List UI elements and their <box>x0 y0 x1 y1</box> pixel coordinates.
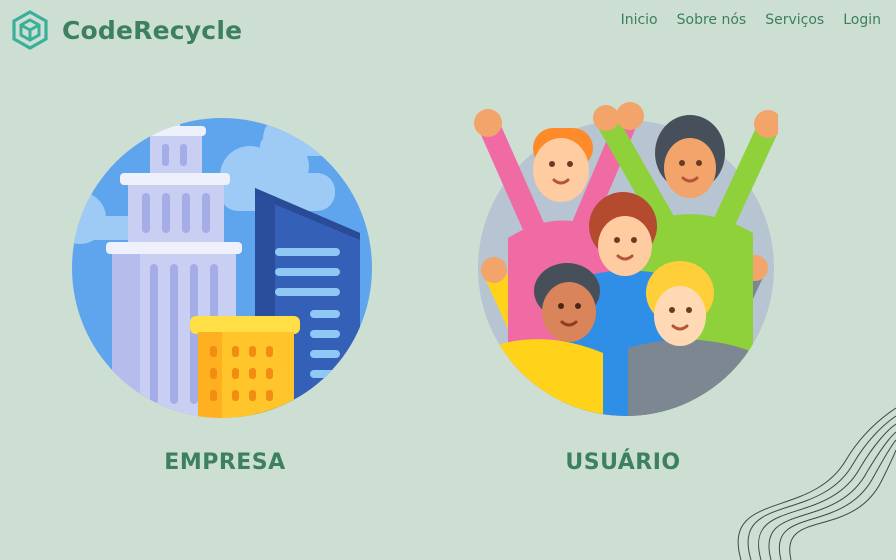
empresa-label: EMPRESA <box>164 450 286 475</box>
decorative-wave-lines <box>737 407 896 560</box>
nav-sobre-nos[interactable]: Sobre nós <box>677 12 747 28</box>
city-buildings-illustration <box>72 118 372 418</box>
empresa-card[interactable]: EMPRESA <box>70 98 380 475</box>
nav-login[interactable]: Login <box>843 12 881 28</box>
brand-logo[interactable]: CodeRecycle <box>10 10 242 50</box>
recycle-cube-icon <box>12 10 48 50</box>
brand-name: CodeRecycle <box>62 15 243 45</box>
usuario-card[interactable]: USUÁRIO <box>468 98 778 475</box>
nav-inicio[interactable]: Inicio <box>621 12 658 28</box>
main-nav: Inicio Sobre nós Serviços Login <box>621 12 881 28</box>
nav-servicos[interactable]: Serviços <box>765 12 824 28</box>
people-group-illustration <box>474 102 778 416</box>
